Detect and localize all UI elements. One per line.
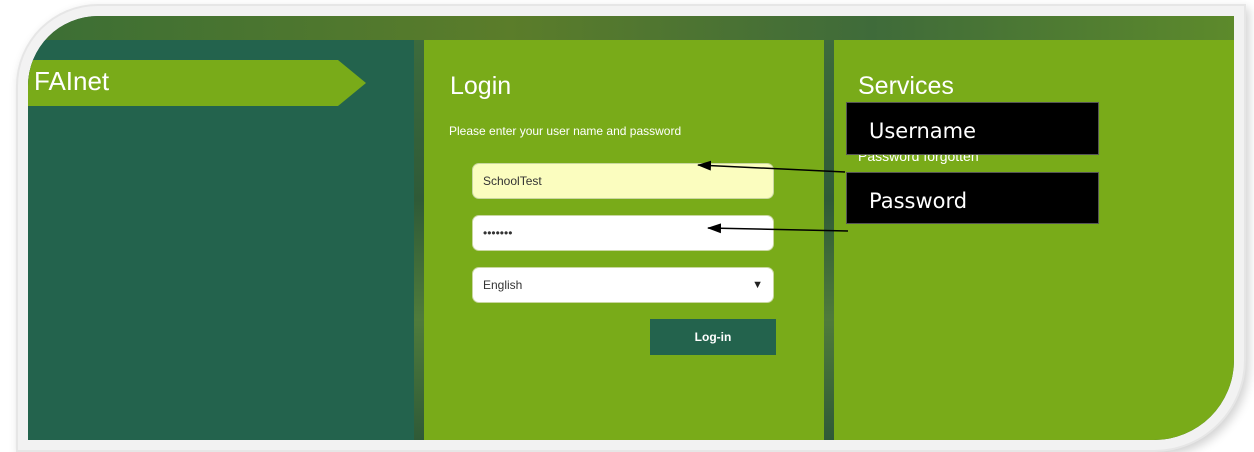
brand-panel: FAInet	[28, 40, 414, 440]
username-callout: Username	[846, 102, 1099, 155]
app-frame: FAInet Login Please enter your user name…	[28, 16, 1234, 440]
password-callout: Password	[846, 172, 1099, 224]
login-panel: Login Please enter your user name and pa…	[424, 40, 824, 440]
chevron-down-icon: ▼	[752, 279, 763, 291]
login-instruction: Please enter your user name and password	[449, 124, 682, 138]
services-panel: Services Password forgotten	[834, 40, 1234, 440]
login-title: Login	[450, 72, 512, 100]
panel-divider	[414, 40, 424, 440]
brand-tab[interactable]: FAInet	[28, 60, 366, 106]
top-strip	[28, 16, 1234, 40]
language-select[interactable]: English ▼	[472, 267, 774, 303]
services-title: Services	[858, 72, 954, 100]
language-selected-value: English	[483, 278, 523, 292]
password-field[interactable]	[472, 215, 774, 251]
username-field[interactable]	[472, 163, 774, 199]
brand-name: FAInet	[34, 66, 110, 96]
panel-divider	[824, 40, 834, 440]
login-button[interactable]: Log-in	[650, 319, 776, 355]
